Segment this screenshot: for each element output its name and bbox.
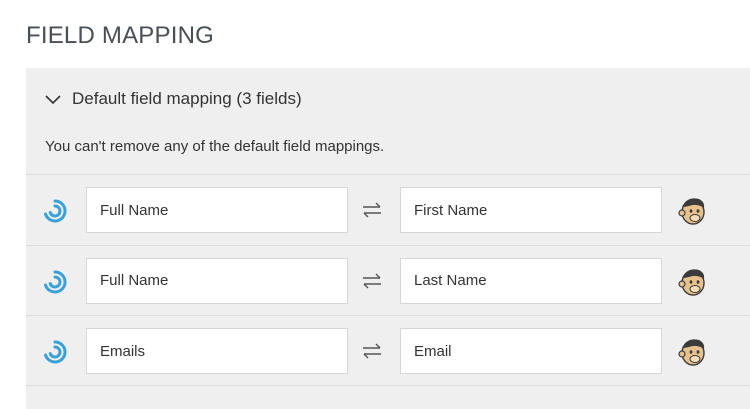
section-title: FIELD MAPPING: [26, 22, 214, 49]
source-app-logo-icon: [44, 269, 67, 293]
mapping-row: [26, 315, 750, 386]
swap-arrows-icon: [363, 343, 381, 359]
chevron-down-icon: [45, 95, 61, 105]
source-app-logo-icon: [44, 199, 67, 223]
mapping-row: [26, 174, 750, 245]
mailchimp-logo-icon: [678, 339, 705, 366]
default-mapping-note: You can't remove any of the default fiel…: [45, 138, 385, 155]
destination-field-input[interactable]: [400, 257, 662, 304]
mailchimp-logo-icon: [678, 268, 705, 296]
swap-arrows-icon: [363, 273, 381, 288]
swap-arrows-icon: [363, 202, 381, 218]
accordion-title: Default field mapping (3 fields): [72, 89, 302, 108]
mapping-row: [26, 244, 750, 316]
source-field-input[interactable]: [86, 187, 348, 233]
accordion-header-default-mapping[interactable]: Default field mapping (3 fields): [26, 68, 750, 130]
field-mapping-panel: Default field mapping (3 fields) You can…: [26, 68, 750, 409]
destination-field-input[interactable]: [400, 187, 662, 233]
mapping-rows: [26, 174, 750, 386]
destination-field-input[interactable]: [400, 328, 662, 374]
source-field-input[interactable]: [86, 257, 348, 304]
mailchimp-logo-icon: [678, 198, 705, 225]
source-field-input[interactable]: [86, 328, 348, 374]
source-app-logo-icon: [44, 340, 67, 364]
